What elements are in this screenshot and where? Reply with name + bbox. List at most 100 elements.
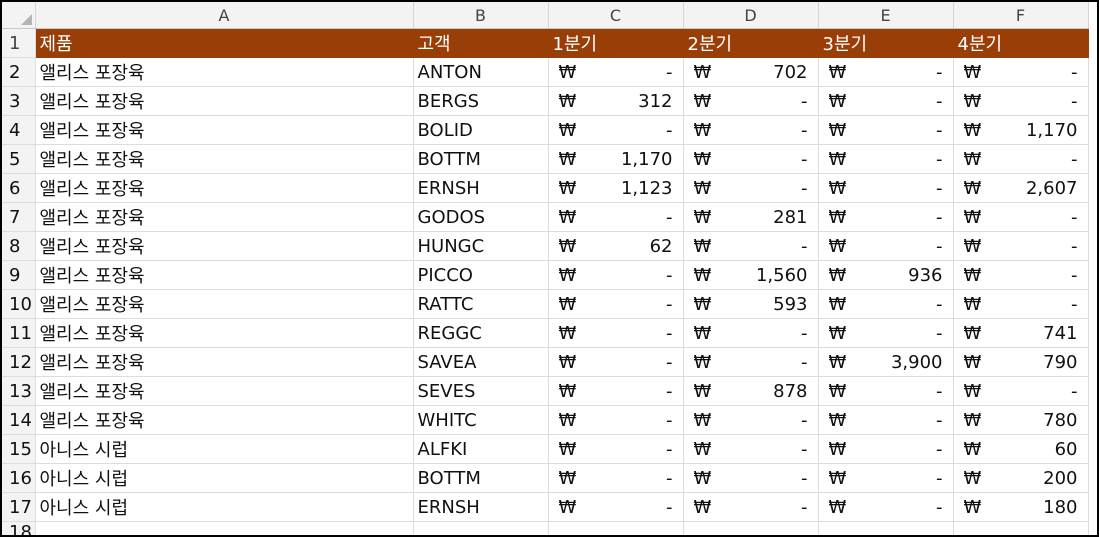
cell-q2[interactable]: ₩ - [683,347,819,377]
cell-q2[interactable]: ₩ - [683,318,819,348]
cell-empty[interactable] [35,521,414,535]
cell-customer[interactable]: BOTTM [413,144,549,174]
cell-q2[interactable]: ₩ - [683,405,819,435]
cell-q4[interactable]: ₩60 [953,434,1089,464]
row-number[interactable]: 15 [2,434,36,464]
row-number[interactable]: 9 [2,260,36,290]
cell-product[interactable]: 앨리스 포장육 [35,144,414,174]
cell-product[interactable]: 앨리스 포장육 [35,318,414,348]
cell-product[interactable]: 앨리스 포장육 [35,173,414,203]
cell-q1[interactable]: ₩ - [548,202,684,232]
column-header-a[interactable]: A [35,2,414,29]
cell-q1[interactable]: ₩ - [548,347,684,377]
row-number[interactable]: 6 [2,173,36,203]
cell-q3[interactable]: ₩ - [818,376,954,406]
column-header-c[interactable]: C [548,2,684,29]
cell-product[interactable]: 아니스 시럽 [35,434,414,464]
cell-q1[interactable]: ₩62 [548,231,684,261]
cell-empty[interactable] [413,521,549,535]
cell-q4[interactable]: ₩ - [953,202,1089,232]
cell-q3[interactable]: ₩ - [818,231,954,261]
row-number[interactable]: 7 [2,202,36,232]
cell-q4[interactable]: ₩200 [953,463,1089,493]
row-number[interactable]: 16 [2,463,36,493]
cell-q1[interactable]: ₩ - [548,463,684,493]
cell-customer[interactable]: SEVES [413,376,549,406]
cell-q1[interactable]: ₩ - [548,376,684,406]
cell-q4[interactable]: ₩2,607 [953,173,1089,203]
cell-q3[interactable]: ₩ - [818,57,954,87]
cell-q3[interactable]: ₩ - [818,86,954,116]
cell-empty[interactable] [548,521,684,535]
cell-q3[interactable]: ₩936 [818,260,954,290]
cell-header-q2[interactable]: 2분기 [683,28,819,58]
cell-q1[interactable]: ₩ - [548,492,684,522]
row-number[interactable]: 11 [2,318,36,348]
cell-q3[interactable]: ₩ - [818,115,954,145]
cell-q3[interactable]: ₩ - [818,405,954,435]
cell-customer[interactable]: ERNSH [413,492,549,522]
cell-q2[interactable]: ₩ - [683,173,819,203]
cell-customer[interactable]: ALFKI [413,434,549,464]
cell-q2[interactable]: ₩ - [683,492,819,522]
cell-q4[interactable]: ₩ - [953,231,1089,261]
cell-q2[interactable]: ₩ - [683,86,819,116]
row-number[interactable]: 2 [2,57,36,87]
cell-q2[interactable]: ₩1,560 [683,260,819,290]
cell-q2[interactable]: ₩ - [683,115,819,145]
column-header-b[interactable]: B [413,2,549,29]
cell-product[interactable]: 앨리스 포장육 [35,202,414,232]
cell-customer[interactable]: BOTTM [413,463,549,493]
cell-q4[interactable]: ₩ - [953,57,1089,87]
cell-q3[interactable]: ₩ - [818,289,954,319]
row-number[interactable]: 13 [2,376,36,406]
cell-product[interactable]: 앨리스 포장육 [35,57,414,87]
cell-header-q1[interactable]: 1분기 [548,28,684,58]
row-number[interactable]: 14 [2,405,36,435]
cell-q3[interactable]: ₩3,900 [818,347,954,377]
cell-empty[interactable] [818,521,954,535]
cell-q1[interactable]: ₩312 [548,86,684,116]
cell-q3[interactable]: ₩ - [818,173,954,203]
cell-product[interactable]: 아니스 시럽 [35,492,414,522]
cell-customer[interactable]: ERNSH [413,173,549,203]
cell-q2[interactable]: ₩281 [683,202,819,232]
cell-header-product[interactable]: 제품 [35,28,414,58]
cell-product[interactable]: 앨리스 포장육 [35,376,414,406]
select-all-corner[interactable] [2,2,36,29]
row-number[interactable]: 10 [2,289,36,319]
cell-customer[interactable]: GODOS [413,202,549,232]
cell-q4[interactable]: ₩180 [953,492,1089,522]
cell-customer[interactable]: WHITC [413,405,549,435]
cell-q2[interactable]: ₩593 [683,289,819,319]
cell-product[interactable]: 아니스 시럽 [35,463,414,493]
cell-q1[interactable]: ₩1,123 [548,173,684,203]
cell-q4[interactable]: ₩1,170 [953,115,1089,145]
cell-q3[interactable]: ₩ - [818,144,954,174]
cell-q4[interactable]: ₩ - [953,260,1089,290]
cell-q3[interactable]: ₩ - [818,463,954,493]
cell-customer[interactable]: RATTC [413,289,549,319]
cell-q3[interactable]: ₩ - [818,492,954,522]
cell-product[interactable]: 앨리스 포장육 [35,231,414,261]
cell-q1[interactable]: ₩ - [548,405,684,435]
cell-q1[interactable]: ₩ - [548,434,684,464]
cell-customer[interactable]: SAVEA [413,347,549,377]
cell-q3[interactable]: ₩ - [818,434,954,464]
cell-q2[interactable]: ₩ - [683,144,819,174]
cell-header-q4[interactable]: 4분기 [953,28,1089,58]
cell-q1[interactable]: ₩ - [548,57,684,87]
cell-q4[interactable]: ₩ - [953,86,1089,116]
cell-q1[interactable]: ₩ - [548,318,684,348]
row-number[interactable]: 4 [2,115,36,145]
cell-q1[interactable]: ₩ - [548,260,684,290]
row-number[interactable]: 1 [2,28,36,58]
cell-q4[interactable]: ₩ - [953,289,1089,319]
cell-q4[interactable]: ₩ - [953,376,1089,406]
cell-product[interactable]: 앨리스 포장육 [35,405,414,435]
cell-customer[interactable]: BERGS [413,86,549,116]
cell-q3[interactable]: ₩ - [818,202,954,232]
cell-q1[interactable]: ₩ - [548,289,684,319]
cell-product[interactable]: 앨리스 포장육 [35,115,414,145]
cell-q4[interactable]: ₩790 [953,347,1089,377]
